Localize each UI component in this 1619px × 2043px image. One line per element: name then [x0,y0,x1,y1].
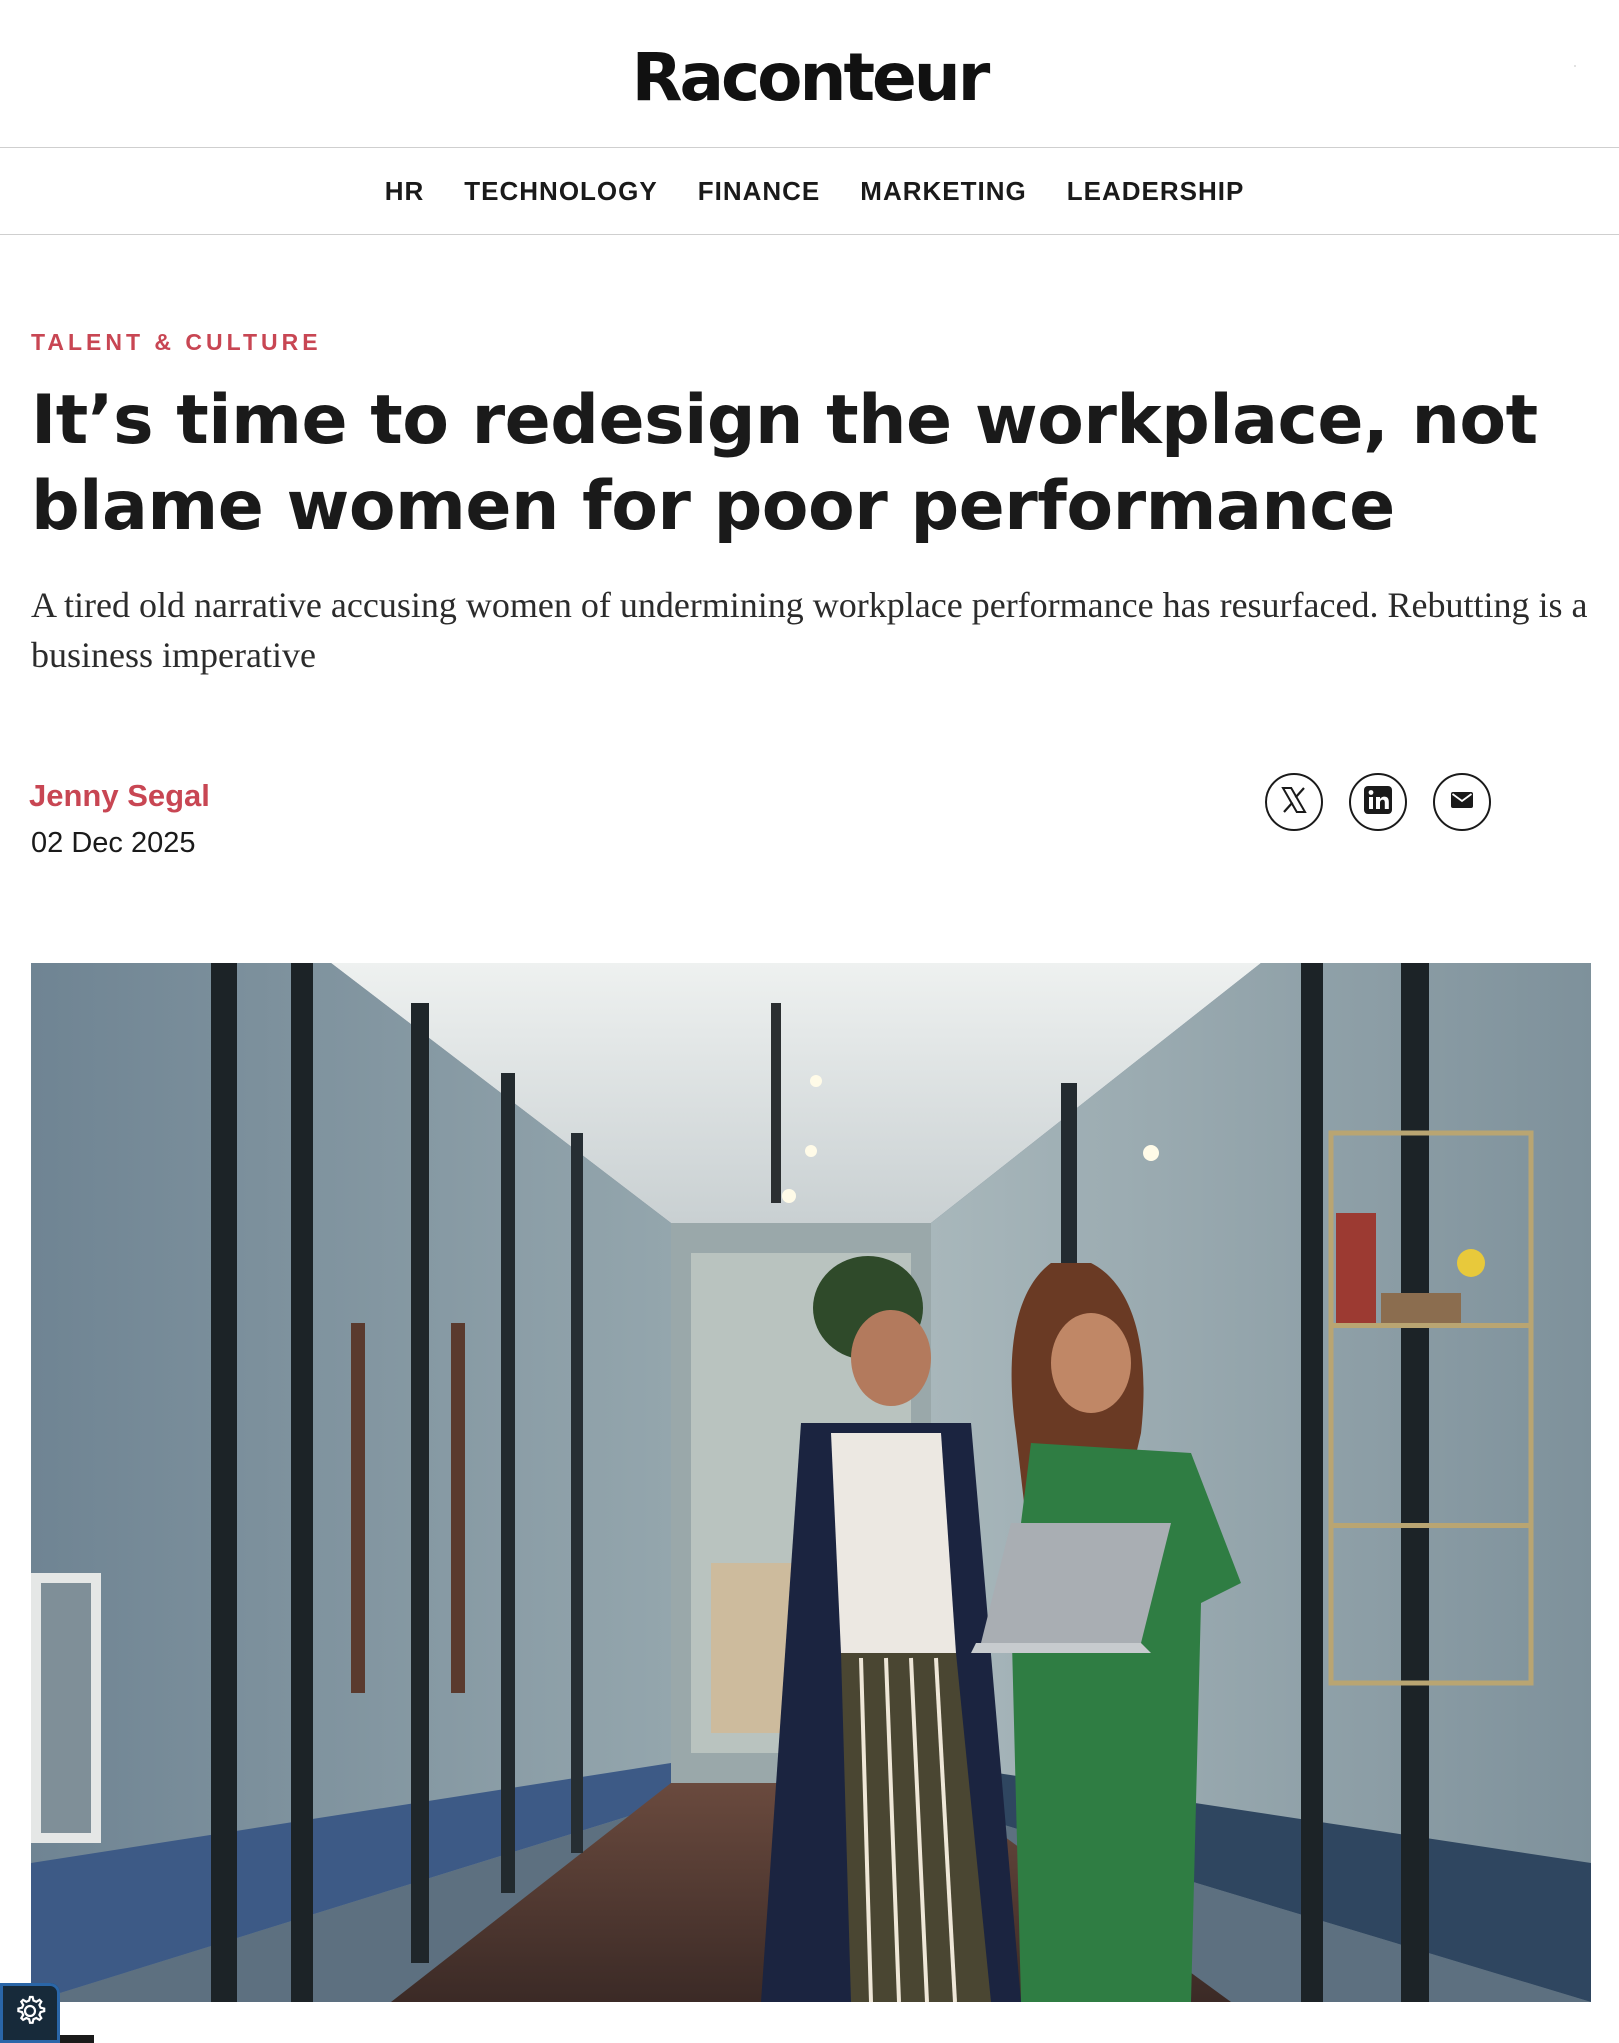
hero-image [31,963,1591,2002]
raconteur-logo[interactable]: Raconteur [0,38,1619,118]
gear-icon [13,1994,47,2033]
bottom-bar [60,2035,94,2043]
site-header: Raconteur [0,0,1619,148]
share-x-button[interactable] [1265,773,1323,831]
nav-item-hr[interactable]: HR [385,176,425,207]
share-linkedin-button[interactable] [1349,773,1407,831]
nav-item-marketing[interactable]: MARKETING [860,176,1026,207]
nav-item-technology[interactable]: TECHNOLOGY [464,176,657,207]
article-headline: It’s time to redesign the workplace, not… [31,381,1538,546]
article-standfirst: A tired old narrative accusing women of … [31,585,1588,675]
nav-item-finance[interactable]: FINANCE [698,176,821,207]
article-category[interactable]: TALENT & CULTURE [31,329,322,356]
author-link[interactable]: Jenny Segal [29,778,210,814]
header-dot [1574,65,1576,67]
nav-item-leadership[interactable]: LEADERSHIP [1067,176,1245,207]
share-email-button[interactable] [1433,773,1491,831]
linkedin-icon [1363,785,1393,820]
cookie-settings-button[interactable] [0,1983,60,2043]
main-nav: HR TECHNOLOGY FINANCE MARKETING LEADERSH… [0,148,1619,235]
x-logo-icon [1279,785,1309,820]
publish-date: 02 Dec 2025 [31,827,196,859]
hero-photo [31,963,1591,2002]
email-icon [1449,789,1475,816]
